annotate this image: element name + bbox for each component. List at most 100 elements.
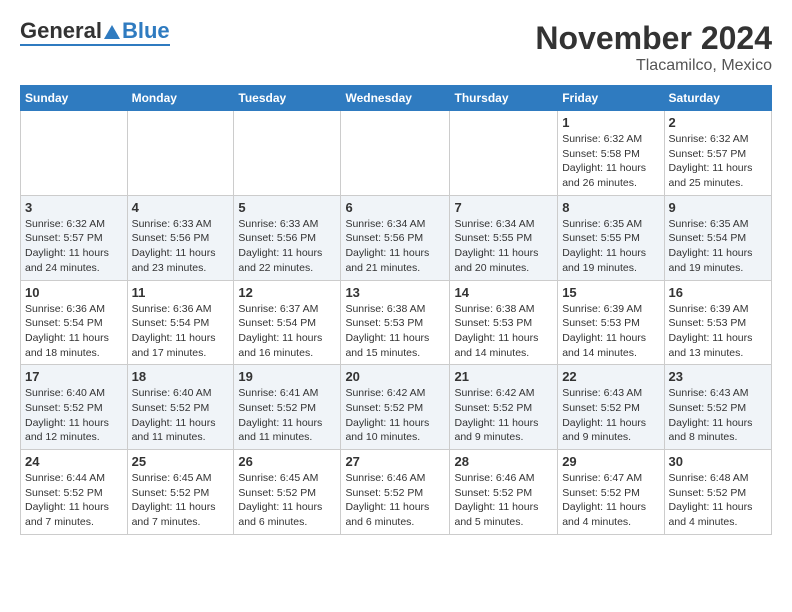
calendar-cell: 23Sunrise: 6:43 AM Sunset: 5:52 PM Dayli… (664, 365, 771, 450)
weekday-header-monday: Monday (127, 86, 234, 111)
logo-general-text: General (20, 20, 102, 42)
day-info: Sunrise: 6:35 AM Sunset: 5:54 PM Dayligh… (669, 217, 767, 276)
calendar-cell: 4Sunrise: 6:33 AM Sunset: 5:56 PM Daylig… (127, 195, 234, 280)
day-info: Sunrise: 6:36 AM Sunset: 5:54 PM Dayligh… (132, 302, 230, 361)
calendar-cell: 29 Sunrise: 6:47 AM Sunset: 5:52 PM Dayli… (558, 450, 664, 535)
weekday-header-wednesday: Wednesday (341, 86, 450, 111)
day-number: 19 (238, 369, 336, 384)
day-info: Sunrise: 6:42 AM Sunset: 5:52 PM Dayligh… (345, 386, 445, 445)
calendar-cell (341, 111, 450, 196)
day-info: Sunrise: 6:34 AM Sunset: 5:56 PM Dayligh… (345, 217, 445, 276)
calendar-cell: 16Sunrise: 6:39 AM Sunset: 5:53 PM Dayli… (664, 280, 771, 365)
calendar-week-row: 1Sunrise: 6:32 AM Sunset: 5:58 PM Daylig… (21, 111, 772, 196)
calendar-cell: 13 Sunrise: 6:38 AM Sunset: 5:53 PM Dayli… (341, 280, 450, 365)
calendar-cell: 22 Sunrise: 6:43 AM Sunset: 5:52 PM Dayli… (558, 365, 664, 450)
logo-underline (20, 44, 170, 46)
day-number: 27 (345, 454, 445, 469)
day-info: Sunrise: 6:42 AM Sunset: 5:52 PM Dayligh… (454, 386, 553, 445)
day-info: Sunrise: 6:35 AM Sunset: 5:55 PM Dayligh… (562, 217, 659, 276)
day-number: 9 (669, 200, 767, 215)
weekday-header-sunday: Sunday (21, 86, 128, 111)
calendar-table: SundayMondayTuesdayWednesdayThursdayFrid… (20, 85, 772, 535)
day-number: 18 (132, 369, 230, 384)
day-info: Sunrise: 6:32 AM Sunset: 5:57 PM Dayligh… (669, 132, 767, 191)
logo-text: General Blue (20, 20, 170, 42)
calendar-cell: 3 Sunrise: 6:32 AM Sunset: 5:57 PM Daylig… (21, 195, 128, 280)
calendar-cell: 28 Sunrise: 6:46 AM Sunset: 5:52 PM Dayli… (450, 450, 558, 535)
calendar-cell: 19 Sunrise: 6:41 AM Sunset: 5:52 PM Dayli… (234, 365, 341, 450)
day-number: 25 (132, 454, 230, 469)
day-info: Sunrise: 6:44 AM Sunset: 5:52 PM Dayligh… (25, 471, 123, 530)
day-number: 22 (562, 369, 659, 384)
weekday-header-friday: Friday (558, 86, 664, 111)
day-number: 2 (669, 115, 767, 130)
day-number: 24 (25, 454, 123, 469)
calendar-cell: 7 Sunrise: 6:34 AM Sunset: 5:55 PM Daylig… (450, 195, 558, 280)
calendar-cell: 1Sunrise: 6:32 AM Sunset: 5:58 PM Daylig… (558, 111, 664, 196)
calendar-cell: 14 Sunrise: 6:38 AM Sunset: 5:53 PM Dayli… (450, 280, 558, 365)
calendar-cell: 30Sunrise: 6:48 AM Sunset: 5:52 PM Dayli… (664, 450, 771, 535)
day-info: Sunrise: 6:41 AM Sunset: 5:52 PM Dayligh… (238, 386, 336, 445)
day-number: 29 (562, 454, 659, 469)
day-info: Sunrise: 6:38 AM Sunset: 5:53 PM Dayligh… (454, 302, 553, 361)
weekday-header-row: SundayMondayTuesdayWednesdayThursdayFrid… (21, 86, 772, 111)
day-number: 15 (562, 285, 659, 300)
calendar-cell (450, 111, 558, 196)
day-info: Sunrise: 6:47 AM Sunset: 5:52 PM Dayligh… (562, 471, 659, 530)
day-info: Sunrise: 6:45 AM Sunset: 5:52 PM Dayligh… (238, 471, 336, 530)
day-info: Sunrise: 6:32 AM Sunset: 5:57 PM Dayligh… (25, 217, 123, 276)
day-number: 26 (238, 454, 336, 469)
weekday-header-thursday: Thursday (450, 86, 558, 111)
day-number: 7 (454, 200, 553, 215)
calendar-cell: 21 Sunrise: 6:42 AM Sunset: 5:52 PM Dayli… (450, 365, 558, 450)
day-number: 16 (669, 285, 767, 300)
calendar-cell: 12 Sunrise: 6:37 AM Sunset: 5:54 PM Dayli… (234, 280, 341, 365)
header: General Blue November 2024 Tlacamilco, M… (20, 20, 772, 75)
calendar-title: November 2024 (535, 20, 772, 57)
calendar-week-row: 17Sunrise: 6:40 AM Sunset: 5:52 PM Dayli… (21, 365, 772, 450)
logo-triangle-icon (102, 20, 122, 42)
day-info: Sunrise: 6:46 AM Sunset: 5:52 PM Dayligh… (454, 471, 553, 530)
calendar-cell: 24 Sunrise: 6:44 AM Sunset: 5:52 PM Dayli… (21, 450, 128, 535)
calendar-week-row: 24 Sunrise: 6:44 AM Sunset: 5:52 PM Dayli… (21, 450, 772, 535)
day-number: 8 (562, 200, 659, 215)
logo: General Blue (20, 20, 170, 46)
day-number: 5 (238, 200, 336, 215)
day-info: Sunrise: 6:45 AM Sunset: 5:52 PM Dayligh… (132, 471, 230, 530)
weekday-header-tuesday: Tuesday (234, 86, 341, 111)
calendar-cell: 2 Sunrise: 6:32 AM Sunset: 5:57 PM Daylig… (664, 111, 771, 196)
day-number: 30 (669, 454, 767, 469)
logo-blue-text: Blue (122, 20, 170, 42)
day-info: Sunrise: 6:33 AM Sunset: 5:56 PM Dayligh… (238, 217, 336, 276)
day-info: Sunrise: 6:43 AM Sunset: 5:52 PM Dayligh… (669, 386, 767, 445)
calendar-cell: 9 Sunrise: 6:35 AM Sunset: 5:54 PM Daylig… (664, 195, 771, 280)
day-number: 28 (454, 454, 553, 469)
calendar-cell: 25 Sunrise: 6:45 AM Sunset: 5:52 PM Dayli… (127, 450, 234, 535)
day-info: Sunrise: 6:43 AM Sunset: 5:52 PM Dayligh… (562, 386, 659, 445)
day-number: 10 (25, 285, 123, 300)
calendar-cell: 20 Sunrise: 6:42 AM Sunset: 5:52 PM Dayli… (341, 365, 450, 450)
calendar-cell: 6 Sunrise: 6:34 AM Sunset: 5:56 PM Daylig… (341, 195, 450, 280)
calendar-cell (21, 111, 128, 196)
calendar-cell: 11 Sunrise: 6:36 AM Sunset: 5:54 PM Dayli… (127, 280, 234, 365)
day-number: 13 (345, 285, 445, 300)
calendar-subtitle: Tlacamilco, Mexico (535, 57, 772, 75)
day-number: 6 (345, 200, 445, 215)
calendar-week-row: 10 Sunrise: 6:36 AM Sunset: 5:54 PM Dayli… (21, 280, 772, 365)
day-number: 3 (25, 200, 123, 215)
day-number: 21 (454, 369, 553, 384)
day-number: 17 (25, 369, 123, 384)
day-info: Sunrise: 6:34 AM Sunset: 5:55 PM Dayligh… (454, 217, 553, 276)
day-info: Sunrise: 6:32 AM Sunset: 5:58 PM Dayligh… (562, 132, 659, 191)
day-number: 20 (345, 369, 445, 384)
calendar-cell: 15Sunrise: 6:39 AM Sunset: 5:53 PM Dayli… (558, 280, 664, 365)
day-number: 12 (238, 285, 336, 300)
calendar-cell (127, 111, 234, 196)
calendar-cell: 10Sunrise: 6:36 AM Sunset: 5:54 PM Dayli… (21, 280, 128, 365)
day-number: 11 (132, 285, 230, 300)
calendar-cell: 27Sunrise: 6:46 AM Sunset: 5:52 PM Dayli… (341, 450, 450, 535)
day-info: Sunrise: 6:38 AM Sunset: 5:53 PM Dayligh… (345, 302, 445, 361)
day-number: 14 (454, 285, 553, 300)
day-info: Sunrise: 6:37 AM Sunset: 5:54 PM Dayligh… (238, 302, 336, 361)
calendar-cell: 5 Sunrise: 6:33 AM Sunset: 5:56 PM Daylig… (234, 195, 341, 280)
